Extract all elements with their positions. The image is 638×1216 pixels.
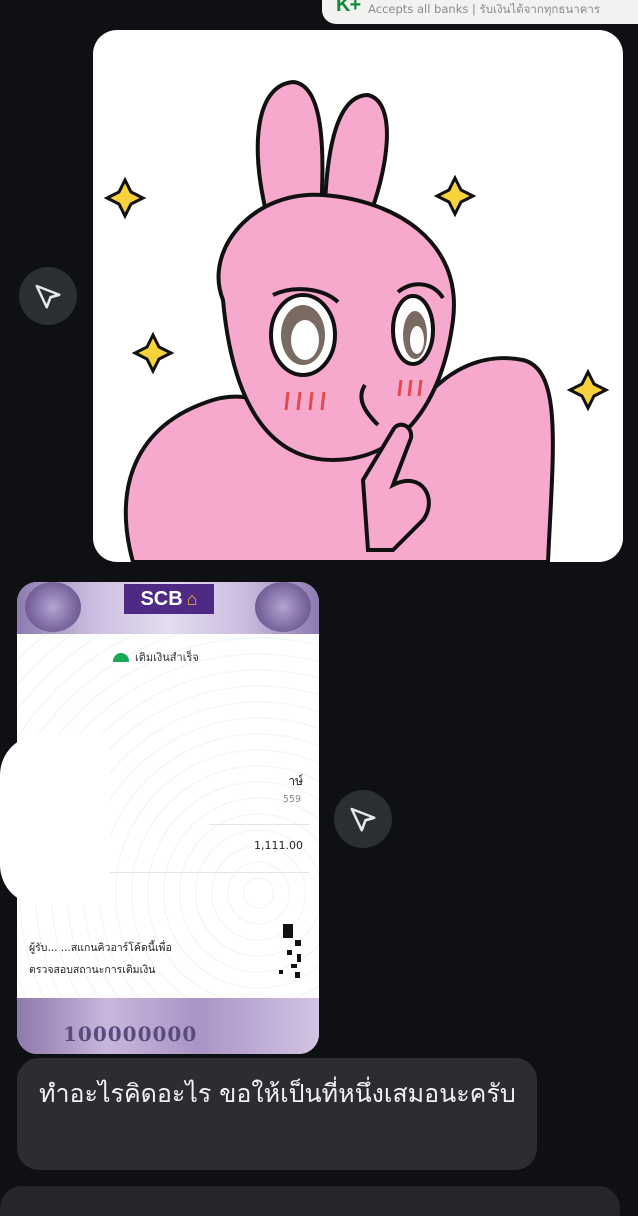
sticker-message[interactable] [93,30,623,562]
reference-fragment: 559 [282,794,301,805]
next-message-partial[interactable] [0,1186,620,1216]
success-status: เติมเงินสำเร็จ [135,651,199,664]
forward-icon [350,807,376,832]
forward-icon [35,284,61,309]
scb-mark-icon: ⌂ [186,588,198,609]
forward-button[interactable] [19,267,77,325]
scb-logo: SCB ⌂ [124,584,214,614]
payment-card-partial[interactable]: K+ Accepts all banks | รับเงินได้จากทุกธ… [322,0,638,24]
receiver-line-1: ผู้รับ... ...สแกนคิวอาร์โค้ดนี้เพื่อ [29,942,172,954]
banknote-digits: 100000000 [63,1022,198,1046]
success-row: เติมเงินสำเร็จ [113,648,199,666]
medal-left-icon [25,582,81,632]
kplus-logo: K+ [336,0,361,16]
qr-code-fragment [279,924,301,978]
text-message-bubble[interactable]: ทำอะไรคิดอะไร ขอให้เป็นที่หนึ่งเสมอนะครั… [17,1058,537,1170]
receiver-info: ผู้รับ... ...สแกนคิวอาร์โค้ดนี้เพื่อ ตรว… [29,937,172,981]
message-text: ทำอะไรคิดอะไร ขอให้เป็นที่หนึ่งเสมอนะครั… [39,1079,516,1108]
divider [209,824,309,825]
payment-card-caption: Accepts all banks | รับเงินได้จากทุกธนาค… [368,2,601,16]
success-icon [113,652,129,662]
currency-fragment: าษ์ [288,774,303,788]
slip-footer: 100000000 [17,998,319,1054]
redaction-mark [0,735,110,905]
pink-bunny-sticker [103,79,610,562]
receiver-line-2: ตรวจสอบสถานะการเติมเงิน [29,964,156,976]
medal-right-icon [255,582,311,632]
forward-button[interactable] [334,790,392,848]
amount-value: 1,111.00 [254,839,303,852]
